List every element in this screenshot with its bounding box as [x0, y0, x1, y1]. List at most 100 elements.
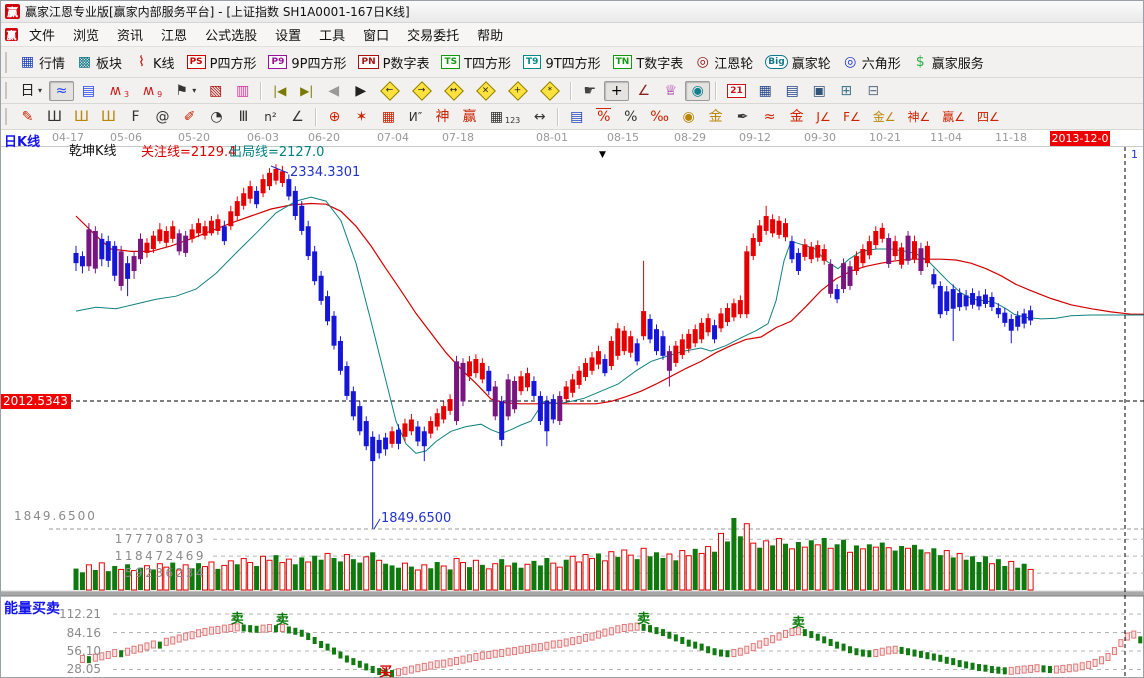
p-square-button[interactable]: PS P四方形 [182, 51, 262, 74]
menu-item-help[interactable]: 帮助 [468, 23, 512, 46]
9t-square-button[interactable]: T9 9T四方形 [518, 51, 606, 74]
pan-left-button[interactable]: ← [375, 80, 405, 102]
profile-histogram-button[interactable]: ▥ [230, 81, 255, 101]
gold-angle-line-button[interactable]: 金∠ [868, 107, 901, 127]
f-angle-line-button[interactable]: F∠ [838, 107, 866, 127]
j-angle-line-button[interactable]: J∠ [811, 107, 836, 127]
menu-item-formula[interactable]: 公式选股 [196, 23, 266, 46]
menu-item-settings[interactable]: 设置 [266, 23, 310, 46]
cycle-clock-button[interactable]: ◔ [204, 107, 229, 127]
comb-plain-button[interactable]: Ⅲ [231, 107, 256, 127]
t-square-label: T四方形 [464, 56, 512, 72]
flag-dropdown-button[interactable]: ⚑ ▾ [169, 81, 201, 101]
gold-circle-button[interactable]: ◉ [676, 107, 701, 127]
fit-all-button[interactable]: * [535, 80, 565, 102]
smart-brain-button[interactable]: ◉ [685, 80, 711, 101]
menu-item-gann[interactable]: 江恩 [152, 23, 196, 46]
menu-item-browse[interactable]: 浏览 [64, 23, 108, 46]
gann-wheel-button[interactable]: ◎ 江恩轮 [690, 51, 758, 74]
f-comb-button[interactable]: F [123, 107, 148, 127]
k-mark-button[interactable]: И″ [403, 107, 428, 127]
n-squared-button[interactable]: n² [258, 107, 283, 127]
pan-hand-button[interactable]: ☛ [577, 81, 602, 101]
net-send-button[interactable]: ⊞ [834, 81, 859, 101]
indicator-list-button[interactable]: ▤ [564, 107, 589, 127]
ink-pen-button[interactable]: ✒ [730, 107, 755, 127]
expand-button[interactable]: + [503, 80, 533, 102]
comb-grid-button[interactable]: Ш [42, 107, 67, 127]
sectors-button[interactable]: ▩ 板块 [72, 51, 127, 74]
kline-period-dropdown-button[interactable]: 日 ▾ [15, 81, 47, 101]
menu-item-trade[interactable]: 交易委托 [398, 23, 468, 46]
zigzag-tool-button[interactable]: ≈ [49, 80, 75, 101]
ying-comb-button[interactable]: 赢 [457, 107, 482, 127]
angle-tool-button[interactable]: ∠ [285, 107, 310, 127]
winner-wheel-button[interactable]: Big 赢家轮 [760, 51, 835, 74]
compress-button[interactable]: × [471, 80, 501, 102]
date-tick: 10-21 [869, 131, 901, 144]
angle-measure-button[interactable]: ∠ [631, 81, 656, 101]
gold-level-button[interactable]: 金 [703, 107, 728, 127]
percent-channel-button[interactable]: % [591, 106, 616, 127]
save-button[interactable]: ▣ [807, 81, 832, 101]
9p-square-button[interactable]: P9 9P四方形 [263, 51, 351, 74]
quotes-button[interactable]: ▦ 行情 [15, 51, 70, 74]
menu-item-tools[interactable]: 工具 [310, 23, 354, 46]
pattern-crown-button[interactable]: ♕ [658, 81, 683, 101]
angle-tool-icon: ∠ [291, 108, 304, 125]
zoom-horizontal-button[interactable]: ↔ [439, 80, 469, 102]
menu-item-news[interactable]: 资讯 [108, 23, 152, 46]
spiral-tool-button[interactable]: @ [150, 107, 175, 127]
four-angle-line-button[interactable]: 四∠ [972, 107, 1005, 127]
grid-123-button[interactable]: ▦ 123 [484, 107, 525, 127]
ying-angle-line-button[interactable]: 赢∠ [937, 107, 970, 127]
wave-9-button[interactable]: ʍ9 [136, 81, 167, 101]
wave-3-button[interactable]: ʍ3 [103, 81, 134, 101]
wave-channel-button[interactable]: ≈ [757, 107, 782, 127]
winner-service-button[interactable]: $ 赢家服务 [908, 51, 989, 74]
angle-measure-icon: ∠ [637, 82, 650, 99]
calendar-icon: 21 [727, 83, 746, 98]
calendar-button[interactable]: 21 [722, 82, 751, 100]
hexagon-button[interactable]: ◎ 六角形 [838, 51, 906, 74]
nav-first-button[interactable]: |◀ [267, 81, 292, 101]
notepad-button[interactable]: ▤ [780, 81, 805, 101]
kline-button[interactable]: ⌇ K线 [129, 51, 180, 74]
gold-tool-button[interactable]: 金 [784, 107, 809, 127]
pattern-tool-button[interactable]: ▧ [203, 81, 228, 101]
p-number-table-button[interactable]: PN P数字表 [353, 51, 434, 74]
span-measure-button[interactable]: ↔ [527, 107, 552, 127]
star-grid-button[interactable]: ✶ [349, 107, 374, 127]
menu-item-file[interactable]: 文件 [20, 23, 64, 46]
permille-line-button[interactable]: ‰ [645, 107, 674, 127]
crosshair-button[interactable]: + [604, 80, 630, 101]
t-number-table-button[interactable]: TN T数字表 [608, 51, 689, 74]
red-pencil-button[interactable]: ✎ [15, 107, 40, 127]
star-grid-icon: ✶ [355, 108, 368, 125]
nav-prev-button[interactable]: ◀ [321, 81, 346, 101]
p-number-table-label: P数字表 [382, 56, 430, 72]
calculator-button[interactable]: ▦ [753, 81, 778, 101]
percent-button[interactable]: % [618, 107, 643, 127]
toolbar-grip[interactable] [5, 51, 10, 73]
kline-icon: ⌇ [138, 54, 145, 70]
nav-last-button[interactable]: ▶| [294, 81, 319, 101]
remote-pc-button[interactable]: ⊟ [861, 81, 886, 101]
info-note-button[interactable]: ▤ [76, 81, 101, 101]
pan-right-button[interactable]: → [407, 80, 437, 102]
nav-next-button[interactable]: ▶ [348, 81, 373, 101]
oscillator-axis-label-3: 56.10 [66, 644, 101, 658]
gold-comb-1-button[interactable]: Ш [69, 107, 94, 127]
gold-comb-2-button[interactable]: Ш [96, 107, 121, 127]
toolbar-grip[interactable] [5, 107, 10, 126]
toolbar-grip[interactable] [5, 81, 10, 100]
sectors-icon: ▩ [77, 54, 92, 70]
t-square-button[interactable]: TS T四方形 [436, 51, 516, 74]
menu-item-window[interactable]: 窗口 [354, 23, 398, 46]
chart-canvas[interactable] [1, 147, 1144, 678]
dot-pencil-button[interactable]: ✐ [177, 107, 202, 127]
gann-target-button[interactable]: ⊕ [322, 107, 347, 127]
shen-comb-button[interactable]: 神 [430, 107, 455, 127]
shen-angle-line-button[interactable]: 神∠ [903, 107, 936, 127]
square-grid-button[interactable]: ▦ [376, 107, 401, 127]
